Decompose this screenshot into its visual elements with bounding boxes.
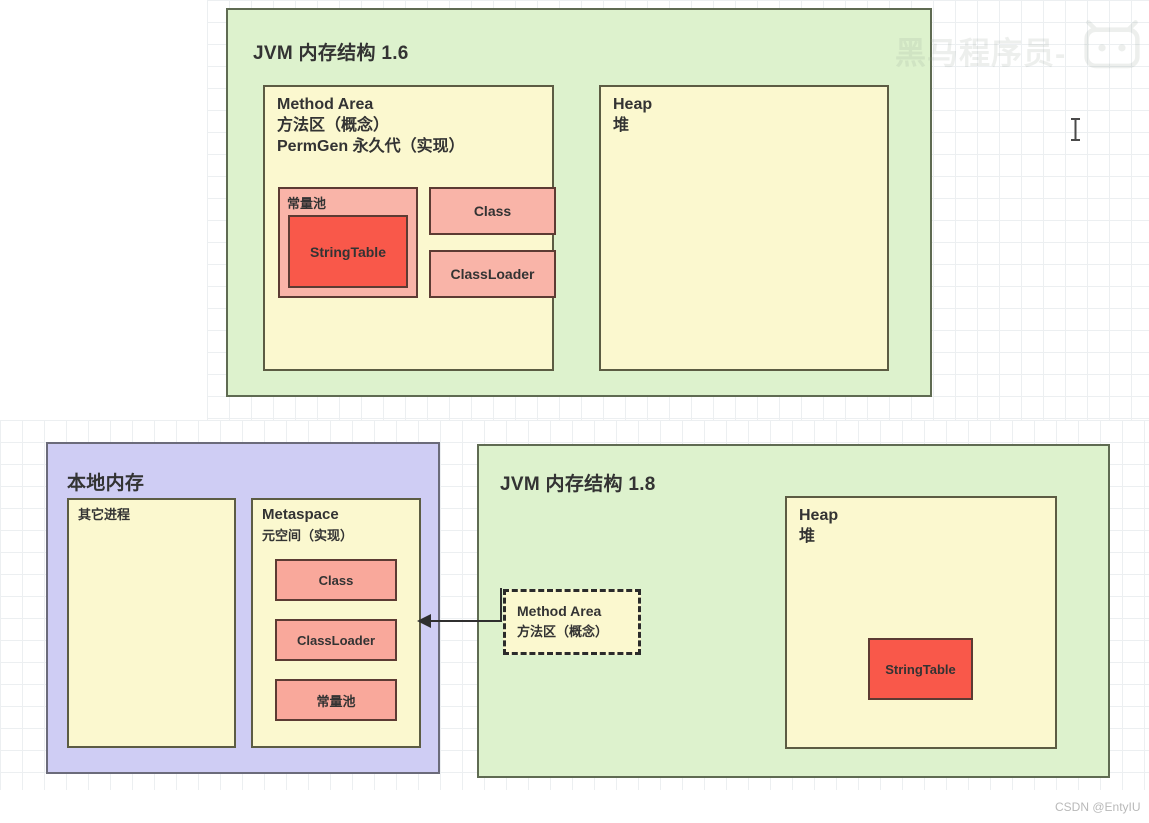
credit-text: CSDN @EntyIU	[1055, 800, 1141, 814]
metaspace-item-class-label: Class	[318, 572, 354, 588]
jvm16-heap-line1: Heap	[613, 96, 653, 113]
native-memory-title: 本地内存	[67, 473, 145, 494]
arrow-head-icon	[417, 614, 431, 628]
class-box: Class	[429, 187, 556, 235]
method-area-concept-line1: Method Area	[517, 603, 602, 619]
classloader-box-label: ClassLoader	[450, 266, 535, 282]
constant-pool-box: 常量池 StringTable	[278, 187, 418, 298]
metaspace-item-constant-pool-label: 常量池	[316, 693, 356, 709]
class-box-label: Class	[473, 203, 512, 219]
method-area-line3: PermGen 永久代（实现）	[277, 138, 465, 155]
metaspace-item-class: Class	[275, 559, 397, 601]
jvm18-string-table-box: StringTable	[868, 638, 973, 700]
jvm18-heap-box: Heap 堆 StringTable	[785, 496, 1057, 749]
metaspace-item-constant-pool: 常量池	[275, 679, 397, 721]
jvm16-panel-title: JVM 内存结构 1.6	[253, 43, 409, 64]
jvm18-heap-line1: Heap	[799, 507, 839, 524]
classloader-box: ClassLoader	[429, 250, 556, 298]
metaspace-item-classloader-label: ClassLoader	[296, 632, 376, 648]
method-area-concept-box: Method Area 方法区（概念）	[503, 589, 641, 655]
jvm18-string-table-label: StringTable	[885, 661, 956, 677]
method-area-box: Method Area 方法区（概念） PermGen 永久代（实现） 常量池 …	[263, 85, 556, 371]
native-memory-panel: 本地内存 其它进程 Metaspace 元空间（实现） Class ClassL…	[46, 442, 440, 774]
jvm18-heap-line2: 堆	[799, 528, 816, 545]
method-area-line2: 方法区（概念）	[277, 117, 390, 134]
jvm18-panel-title: JVM 内存结构 1.8	[500, 474, 656, 495]
string-table-box: StringTable	[288, 215, 408, 288]
arrow-shaft	[430, 620, 501, 622]
other-process-label: 其它进程	[78, 507, 131, 522]
metaspace-item-classloader: ClassLoader	[275, 619, 397, 661]
method-area-line1: Method Area	[277, 96, 374, 113]
other-process-box: 其它进程	[67, 498, 236, 748]
string-table-label: StringTable	[310, 243, 386, 260]
jvm16-heap-box: Heap 堆	[599, 85, 889, 371]
jvm18-panel: JVM 内存结构 1.8 Method Area 方法区（概念） Heap 堆 …	[477, 444, 1110, 778]
jvm16-panel: JVM 内存结构 1.6 Method Area 方法区（概念） PermGen…	[226, 8, 932, 397]
metaspace-line2: 元空间（实现）	[262, 528, 354, 543]
metaspace-box: Metaspace 元空间（实现） Class ClassLoader 常量池	[251, 498, 421, 748]
metaspace-line1: Metaspace	[262, 506, 339, 523]
method-area-concept-line2: 方法区（概念）	[517, 624, 609, 639]
jvm16-heap-line2: 堆	[613, 117, 630, 134]
constant-pool-label: 常量池	[287, 196, 327, 211]
arrow-vertical-stub	[500, 588, 502, 622]
